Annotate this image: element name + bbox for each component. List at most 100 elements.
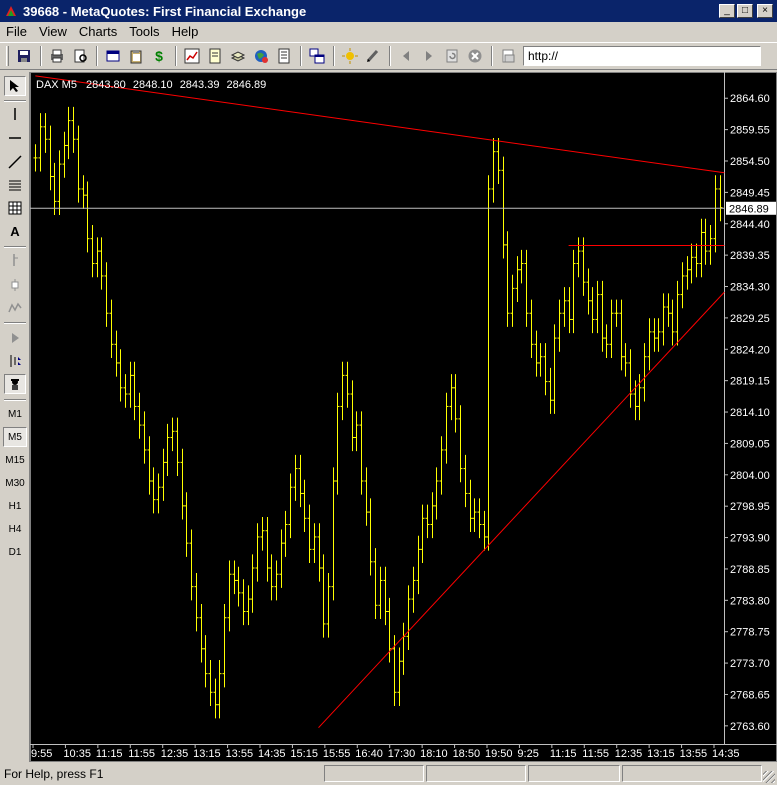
- price-tick-label: 2783.80: [730, 595, 770, 607]
- text-icon[interactable]: A: [4, 221, 26, 241]
- back-icon[interactable]: [395, 45, 417, 67]
- timeframe-m1-button[interactable]: M1: [3, 404, 27, 424]
- menu-charts[interactable]: Charts: [73, 23, 123, 41]
- channel-icon[interactable]: [4, 175, 26, 195]
- trend-line-icon[interactable]: [4, 152, 26, 172]
- horizontal-line-icon[interactable]: [4, 128, 26, 148]
- timeframe-h1-button[interactable]: H1: [3, 496, 27, 516]
- time-tick-label: 15:55: [323, 748, 351, 760]
- toolbar-separator: [4, 100, 26, 102]
- cursor-icon[interactable]: [4, 76, 26, 96]
- candle-icon[interactable]: [4, 275, 26, 295]
- price-tick-label: 2788.85: [730, 564, 770, 576]
- timeframe-label: H1: [8, 500, 22, 512]
- chart-icon[interactable]: [181, 45, 203, 67]
- maximize-button[interactable]: □: [737, 4, 753, 18]
- ohlc-open: 2843.80: [86, 79, 126, 91]
- app-icon: [6, 6, 16, 16]
- price-tick-label: 2773.70: [730, 658, 770, 670]
- toolbar-separator: [4, 399, 26, 401]
- clipboard-icon[interactable]: [125, 45, 147, 67]
- menu-view[interactable]: View: [33, 23, 73, 41]
- sun-icon[interactable]: [339, 45, 361, 67]
- windows-icon[interactable]: [306, 45, 328, 67]
- menu-tools[interactable]: Tools: [123, 23, 165, 41]
- page-icon[interactable]: [204, 45, 226, 67]
- timeframe-label: H4: [8, 523, 22, 535]
- timeframe-label: M15: [5, 454, 25, 466]
- save-icon[interactable]: [13, 45, 35, 67]
- left-toolbar: A M1 M5 M15 M30 H1 H4 D1: [0, 72, 30, 762]
- timeframe-h4-button[interactable]: H4: [3, 519, 27, 539]
- time-tick-label: 11:15: [96, 748, 123, 760]
- timeframe-m5-button[interactable]: M5: [3, 427, 27, 447]
- status-pane: [622, 765, 762, 782]
- time-tick-label: 9:55: [31, 748, 52, 760]
- time-tick-label: 18:50: [453, 748, 481, 760]
- toolbar-separator: [491, 46, 493, 66]
- time-tick-label: 11:55: [582, 748, 609, 760]
- stop-icon[interactable]: [464, 45, 486, 67]
- scroll-icon[interactable]: [4, 328, 26, 348]
- forward-icon[interactable]: [418, 45, 440, 67]
- time-tick-label: 17:30: [388, 748, 416, 760]
- new-window-icon[interactable]: [102, 45, 124, 67]
- fib-icon[interactable]: [4, 250, 26, 270]
- menu-bar: File View Charts Tools Help: [0, 22, 777, 42]
- page-list-icon[interactable]: [273, 45, 295, 67]
- refresh-icon[interactable]: [441, 45, 463, 67]
- status-help-text: For Help, press F1: [4, 766, 104, 781]
- page-address-icon: [497, 45, 519, 67]
- ohlc-low: 2843.39: [180, 79, 220, 91]
- menu-file[interactable]: File: [0, 23, 33, 41]
- time-tick-label: 12:35: [615, 748, 643, 760]
- toolbar-separator: [333, 46, 335, 66]
- price-tick-label: 2854.50: [730, 156, 770, 168]
- time-tick-label: 19:50: [485, 748, 513, 760]
- price-tick-label: 2798.95: [730, 501, 770, 513]
- time-tick-label: 14:35: [258, 748, 286, 760]
- timeframe-m15-button[interactable]: M15: [3, 450, 27, 470]
- time-tick-label: 12:35: [161, 748, 189, 760]
- toolbar-grip[interactable]: [6, 46, 9, 66]
- address-input[interactable]: [523, 46, 761, 66]
- dollar-icon[interactable]: $: [148, 45, 170, 67]
- resize-grip[interactable]: [763, 771, 775, 783]
- grid-icon[interactable]: [4, 198, 26, 218]
- time-tick-label: 14:35: [712, 748, 740, 760]
- vertical-line-icon[interactable]: [4, 104, 26, 124]
- expert-icon[interactable]: [4, 374, 26, 394]
- pen-icon[interactable]: [362, 45, 384, 67]
- minimize-button[interactable]: _: [719, 4, 735, 18]
- price-tick-label: 2763.60: [730, 721, 770, 733]
- status-pane: [324, 765, 424, 782]
- globe-icon[interactable]: [250, 45, 272, 67]
- price-tick-label: 2778.75: [730, 627, 770, 639]
- price-chart[interactable]: 2864.60 2859.55 2854.50 2849.45 2844.40 2839.…: [30, 72, 777, 762]
- chart-symbol-label: DAX M5 2843.80 2848.10 2843.39 2846.89: [36, 79, 266, 91]
- window-title: 39668 - MetaQuotes: First Financial Exch…: [23, 3, 307, 19]
- period-icon[interactable]: [4, 351, 26, 371]
- timeframe-d1-button[interactable]: D1: [3, 542, 27, 562]
- indicator-icon[interactable]: [4, 298, 26, 318]
- price-tick-label: 2864.60: [730, 93, 770, 105]
- menu-help[interactable]: Help: [166, 23, 205, 41]
- price-tick-label: 2834.30: [730, 282, 770, 294]
- stack-icon[interactable]: [227, 45, 249, 67]
- title-bar: 39668 - MetaQuotes: First Financial Exch…: [0, 0, 777, 22]
- status-bar: For Help, press F1: [0, 762, 777, 785]
- time-tick-label: 13:55: [226, 748, 254, 760]
- toolbar-separator: [175, 46, 177, 66]
- timeframe-m30-button[interactable]: M30: [3, 473, 27, 493]
- print-icon[interactable]: [46, 45, 68, 67]
- timeframe-label: M30: [5, 477, 25, 489]
- time-tick-label: 16:40: [355, 748, 383, 760]
- print-preview-icon[interactable]: [69, 45, 91, 67]
- close-button[interactable]: ×: [757, 4, 773, 18]
- toolbar-separator: [389, 46, 391, 66]
- time-tick-label: 9:25: [517, 748, 538, 760]
- timeframe-label: M1: [8, 408, 22, 420]
- close-icon: ×: [762, 5, 768, 16]
- status-pane: [426, 765, 526, 782]
- ohlc-close: 2846.89: [227, 79, 267, 91]
